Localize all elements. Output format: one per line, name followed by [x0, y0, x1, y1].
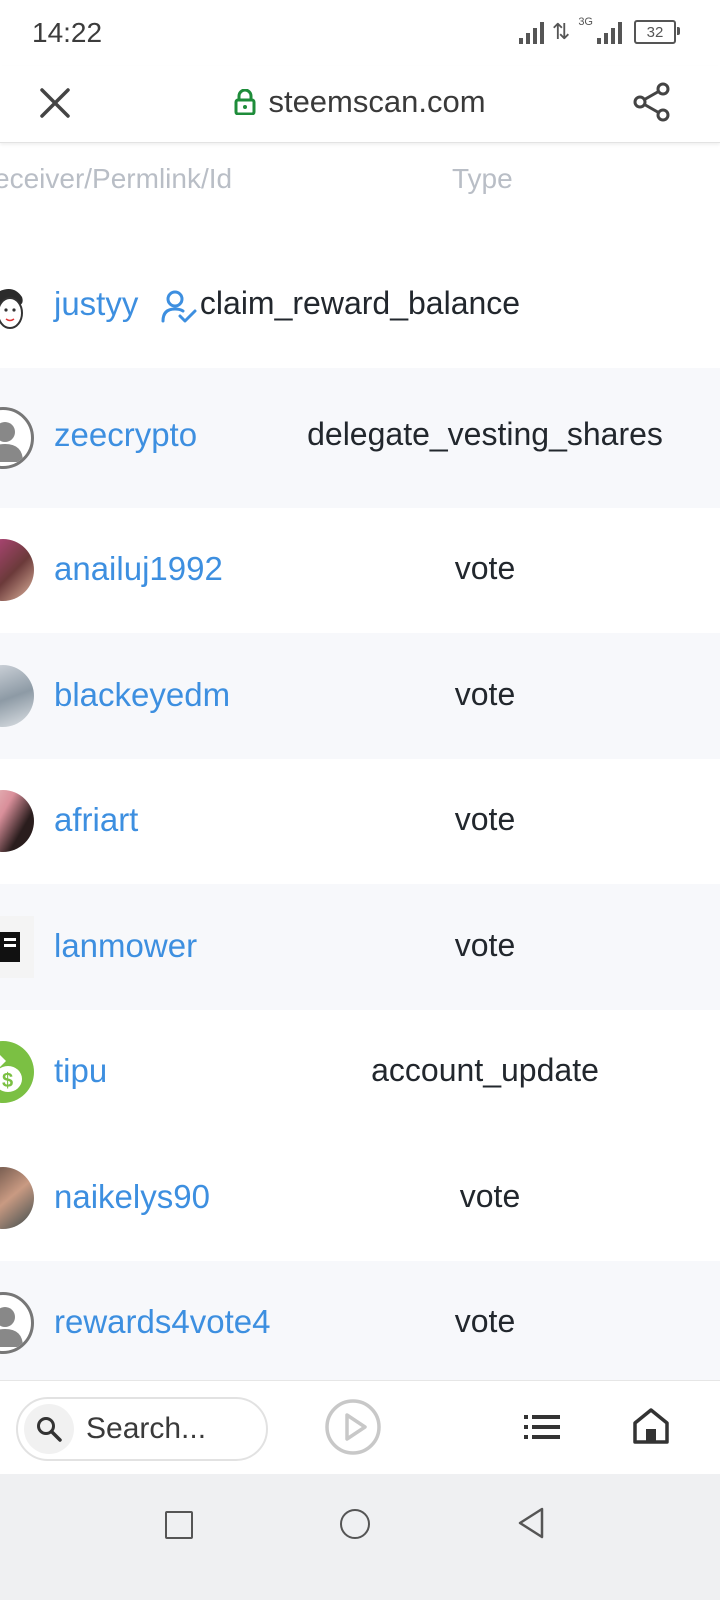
lock-icon [234, 89, 256, 115]
data-arrows-icon: ⇅ [551, 19, 571, 44]
table-row: justyy claim_reward_balance [0, 248, 720, 368]
avatar[interactable] [0, 790, 34, 852]
operation-type: vote [454, 676, 516, 712]
svg-text:$: $ [2, 1070, 13, 1092]
table-row: rewards4vote4 vote [0, 1261, 720, 1386]
search-input[interactable] [84, 1411, 258, 1447]
table-row: lanmower vote [0, 884, 720, 1010]
signal-icon [518, 18, 544, 44]
column-header-type: Type [452, 163, 513, 194]
share-icon[interactable] [630, 80, 674, 124]
status-icons: ⇅ 3G 32 [518, 16, 680, 44]
battery-icon: 32 [634, 20, 680, 44]
avatar[interactable] [0, 1292, 34, 1354]
operation-type: vote [454, 801, 516, 837]
home-nav-icon[interactable] [340, 1509, 370, 1539]
operation-type: claim_reward_balance [199, 285, 521, 321]
table-row: naikelys90 vote [0, 1135, 720, 1261]
signal-icon-2 [597, 18, 622, 44]
operations-table: eceiver/Permlink/Id Type justyy claim_re… [0, 143, 720, 1386]
avatar[interactable] [0, 665, 34, 727]
browser-url-bar: steemscan.com [0, 66, 720, 143]
bottom-toolbar [0, 1380, 720, 1475]
username-link[interactable]: tipu [54, 1052, 107, 1090]
search-icon[interactable] [24, 1404, 74, 1454]
play-icon[interactable] [323, 1397, 383, 1457]
table-header: eceiver/Permlink/Id Type [0, 143, 720, 248]
avatar[interactable] [0, 1167, 34, 1229]
operation-type: delegate_vesting_shares [307, 416, 663, 452]
table-row: anailuj1992 vote [0, 508, 720, 633]
network-type: 3G [578, 16, 593, 28]
operation-type: vote [459, 1178, 521, 1214]
search-box[interactable] [16, 1397, 268, 1461]
table-row: $ tipu account_update [0, 1010, 720, 1135]
list-icon[interactable] [522, 1411, 562, 1443]
avatar[interactable] [0, 916, 34, 978]
avatar[interactable] [0, 407, 34, 469]
recent-apps-icon[interactable] [165, 1511, 193, 1539]
column-header-receiver: eceiver/Permlink/Id [0, 163, 233, 194]
url-display[interactable]: steemscan.com [0, 84, 720, 120]
status-time: 14:22 [32, 17, 103, 48]
back-icon[interactable] [516, 1506, 546, 1540]
system-nav-bar [0, 1474, 720, 1600]
operation-type: vote [454, 927, 516, 963]
table-row: afriart vote [0, 759, 720, 884]
battery-level: 32 [646, 23, 664, 41]
table-row: blackeyedm vote [0, 633, 720, 759]
home-icon[interactable] [632, 1407, 670, 1445]
avatar[interactable]: $ [0, 1041, 34, 1103]
status-bar: 14:22 ⇅ 3G 32 [0, 0, 720, 66]
table-row: zeecrypto delegate_vesting_shares [0, 368, 720, 508]
operation-type: vote [454, 1303, 516, 1339]
url-text: steemscan.com [268, 84, 486, 119]
operation-type: account_update [371, 1052, 599, 1088]
operation-type: vote [454, 550, 516, 586]
avatar[interactable] [0, 539, 34, 601]
